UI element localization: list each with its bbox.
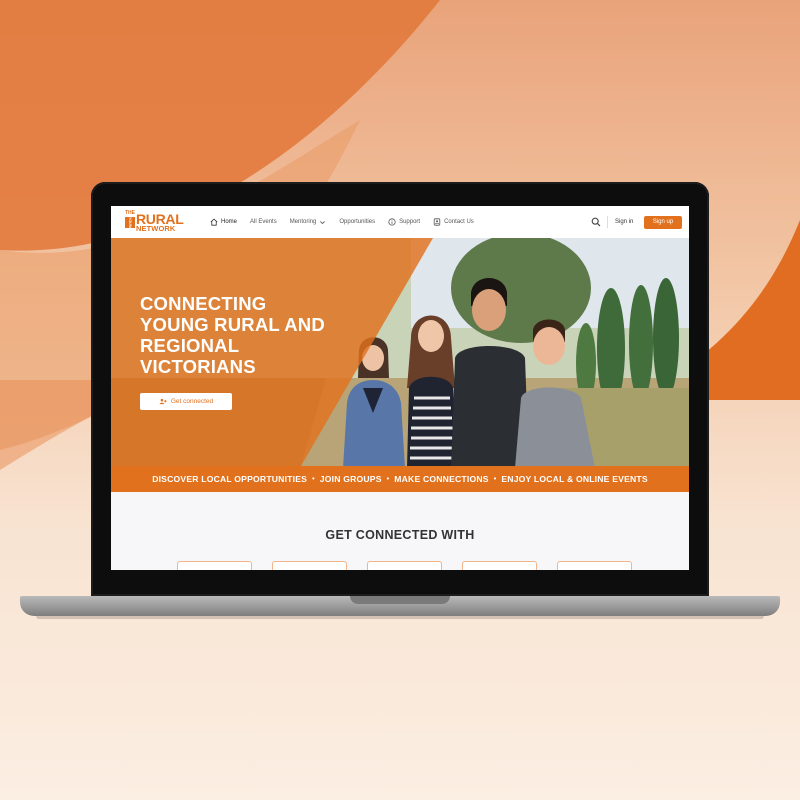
laptop-screen: THE YOUNG RURAL NETWORK Home All Events …: [111, 206, 689, 570]
nav-all-events-label: All Events: [250, 219, 277, 225]
get-connected-section: GET CONNECTED WITH: [111, 492, 689, 570]
connect-card[interactable]: [557, 561, 632, 570]
nav-support-label: Support: [399, 219, 421, 225]
contact-icon: [433, 218, 441, 226]
strip-item-connections: MAKE CONNECTIONS: [394, 474, 489, 484]
nav-support[interactable]: Support: [388, 218, 420, 226]
hero-banner: CONNECTING YOUNG RURAL AND REGIONAL VICT…: [111, 238, 689, 466]
connect-cards: [177, 561, 632, 570]
nav-mentoring[interactable]: Mentoring: [290, 219, 327, 226]
strip-item-groups: JOIN GROUPS: [319, 474, 382, 484]
connect-card[interactable]: [367, 561, 442, 570]
connect-card[interactable]: [272, 561, 347, 570]
logo-young: YOUNG: [125, 217, 135, 230]
nav-divider: [607, 216, 608, 228]
strip-separator: •: [312, 475, 315, 483]
connect-card[interactable]: [177, 561, 252, 570]
home-icon: [210, 218, 218, 226]
nav-home[interactable]: Home: [210, 218, 237, 226]
nav-home-label: Home: [221, 219, 238, 225]
nav-opportunities-label: Opportunities: [339, 219, 376, 225]
strip-item-opportunities: DISCOVER LOCAL OPPORTUNITIES: [152, 474, 308, 484]
logo-the: THE: [125, 210, 135, 216]
sign-in-link[interactable]: Sign in: [615, 206, 633, 238]
chevron-down-icon: [320, 220, 326, 224]
nav-all-events[interactable]: All Events: [250, 219, 277, 225]
get-connected-label: Get connected: [170, 398, 214, 405]
section-title: GET CONNECTED WITH: [325, 528, 475, 542]
get-connected-button[interactable]: Get connected: [140, 393, 232, 410]
search-icon[interactable]: [591, 217, 601, 227]
nav-contact[interactable]: Contact Us: [433, 218, 474, 226]
info-icon: [388, 218, 396, 226]
connect-card[interactable]: [462, 561, 537, 570]
site-logo[interactable]: THE YOUNG RURAL NETWORK: [125, 210, 199, 234]
hero-title: CONNECTING YOUNG RURAL AND REGIONAL VICT…: [140, 293, 325, 377]
sign-up-button[interactable]: Sign up: [644, 216, 682, 229]
strip-item-events: ENJOY LOCAL & ONLINE EVENTS: [501, 474, 648, 484]
strip-separator: •: [493, 475, 497, 483]
add-user-icon: [159, 398, 167, 405]
top-nav: THE YOUNG RURAL NETWORK Home All Events …: [111, 206, 689, 238]
nav-opportunities[interactable]: Opportunities: [339, 219, 375, 225]
main-menu: Home All Events Mentoring Opportunities …: [210, 206, 487, 238]
laptop-foot: [36, 616, 764, 619]
logo-network: NETWORK: [136, 224, 176, 233]
laptop-notch: [350, 596, 450, 604]
nav-mentoring-label: Mentoring: [289, 219, 317, 225]
nav-contact-label: Contact Us: [444, 219, 474, 225]
feature-strip: DISCOVER LOCAL OPPORTUNITIES • JOIN GROU…: [111, 466, 689, 492]
strip-separator: •: [386, 475, 390, 483]
